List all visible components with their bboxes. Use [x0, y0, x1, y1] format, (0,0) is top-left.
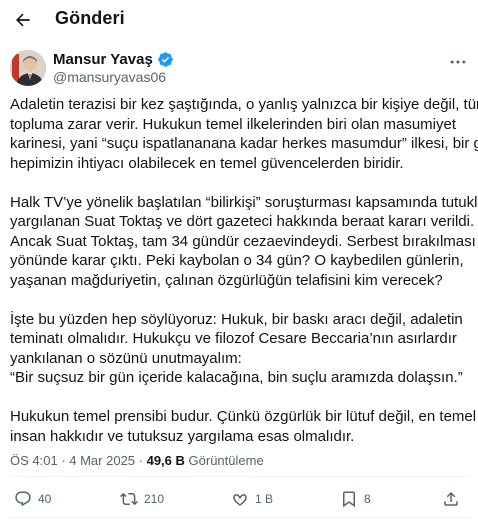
post-paragraph: Adaletin terazisi bir kez şaştığında, o … — [10, 95, 478, 173]
divider — [10, 517, 470, 518]
text-line: Hukukun temel prensibi budur. Çünkü özgü… — [10, 408, 477, 425]
post-date[interactable]: 4 Mar 2025 — [69, 453, 135, 468]
post-meta: ÖS 4:01 · 4 Mar 2025 · 49,6 B Görüntülem… — [10, 453, 264, 468]
text-line: yaşanan mağduriyetin, çalınan özgürlüğün… — [10, 271, 443, 289]
verified-badge-icon — [157, 51, 174, 68]
repost-button[interactable]: 210 — [120, 487, 164, 511]
bookmark-icon — [340, 490, 358, 508]
author-row: Mansur Yavaş @mansuryavas06 — [10, 50, 470, 90]
views-count[interactable]: 49,6 B — [147, 453, 185, 468]
post-paragraph: Halk TV’ye yönelik başlatılan “bilirkişi… — [10, 193, 478, 291]
action-bar: 40 210 1 B 8 — [10, 487, 470, 513]
share-icon — [442, 490, 460, 508]
text-line: yargılanan Suat Toktaş ve dört gazeteci … — [10, 213, 475, 230]
page-title: Gönderi — [55, 8, 125, 28]
text-line: insan hakkıdır ve tutuksuz yargılama esa… — [10, 427, 355, 445]
author-handle[interactable]: @mansuryavas06 — [53, 69, 166, 85]
text-line: hepimizin ihtiyacı olabilecek en temel g… — [10, 154, 404, 172]
repost-count: 210 — [144, 492, 165, 506]
page-header: Gönderi — [0, 0, 478, 40]
reply-button[interactable]: 40 — [14, 487, 51, 511]
like-icon — [231, 490, 249, 508]
repost-icon — [120, 490, 138, 508]
author-name-text[interactable]: Mansur Yavaş — [53, 51, 153, 68]
text-line: karinesi, yani “suçu ispatlananana kadar… — [10, 135, 478, 152]
meta-separator: · — [135, 453, 147, 468]
bookmark-button[interactable]: 8 — [340, 487, 371, 511]
like-button[interactable]: 1 B — [231, 487, 273, 511]
reply-icon — [14, 490, 32, 508]
text-line: yönünde karar çıktı. Peki kaybolan o 34 … — [10, 252, 464, 269]
text-line: İşte bu yüzden hep söylüyoruz: Hukuk, bi… — [10, 310, 463, 328]
share-button[interactable] — [442, 487, 460, 511]
views-label: Görüntüleme — [188, 453, 264, 468]
text-line: Adaletin terazisi bir kez şaştığında, o … — [10, 96, 478, 113]
post-text: Adaletin terazisi bir kez şaştığında, o … — [10, 95, 478, 466]
reply-count: 40 — [38, 492, 52, 506]
like-count: 1 B — [255, 492, 274, 506]
avatar[interactable] — [10, 50, 46, 86]
back-arrow-icon[interactable] — [12, 9, 34, 31]
divider — [10, 476, 470, 477]
text-line: teminatı olmalıdır. Hukukçu ve filozof C… — [10, 330, 457, 347]
meta-separator: · — [57, 453, 70, 468]
text-line: topluma zarar verir. Hukukun temel ilkel… — [10, 115, 457, 133]
post-paragraph: İşte bu yüzden hep söylüyoruz: Hukuk, bi… — [10, 310, 472, 388]
author-name[interactable]: Mansur Yavaş — [53, 51, 174, 68]
text-line: “Bir suçsuz bir gün içeride kalacağına, … — [10, 369, 463, 386]
more-options-icon[interactable] — [446, 52, 470, 72]
text-line: Ancak Suat Toktaş, tam 34 gündür cezaevi… — [10, 232, 476, 250]
post-time[interactable]: ÖS 4:01 — [10, 453, 58, 468]
bookmark-count: 8 — [364, 492, 371, 506]
text-line: yankılanan o sözünü unutmayalım: — [10, 349, 242, 367]
text-line: Halk TV’ye yönelik başlatılan “bilirkişi… — [10, 193, 478, 211]
post-paragraph: Hukukun temel prensibi budur. Çünkü özgü… — [10, 407, 477, 446]
